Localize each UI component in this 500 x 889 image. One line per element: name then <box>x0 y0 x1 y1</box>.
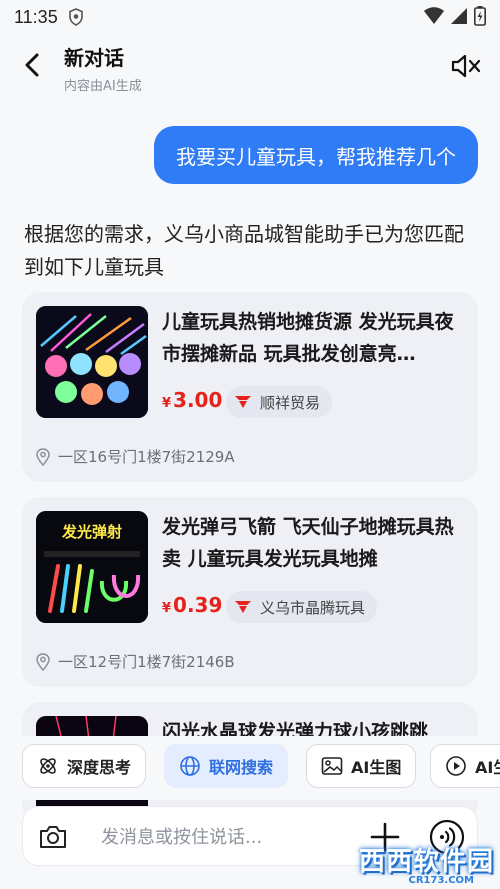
message-input[interactable] <box>101 819 351 855</box>
video-ai-icon <box>446 756 466 776</box>
product-title: 发光弹弓飞箭 飞天仙子地摊玩具热卖 儿童玩具发光玩具地摊 <box>162 516 454 570</box>
location-text: 一区16号门1楼7街2129A <box>58 448 235 466</box>
product-title: 儿童玩具热销地摊货源 发光玩具夜市摆摊新品 玩具批发创意亮… <box>162 311 454 365</box>
globe-icon <box>180 756 200 776</box>
signal-icon <box>451 8 467 24</box>
chip-ai-video[interactable]: AI生 <box>430 744 500 788</box>
camera-icon[interactable] <box>37 821 69 853</box>
shop-badge[interactable]: 义乌市晶腾玩具 <box>226 591 378 623</box>
product-price: ¥0.39 <box>162 593 223 617</box>
status-icons <box>424 6 486 26</box>
chip-label: AI生图 <box>351 758 402 777</box>
location-text: 一区12号门1楼7街2146B <box>58 653 235 671</box>
product-price: ¥3.00 <box>162 388 223 412</box>
shield-icon <box>68 8 83 26</box>
page-subtitle: 内容由AI生成 <box>64 79 142 94</box>
product-card[interactable]: 发光弹射 发光弹弓飞箭 飞天仙子地摊玩具热卖 儿童玩具发光玩具地摊 ¥0.39 … <box>22 497 478 687</box>
battery-icon <box>474 6 486 26</box>
shop-logo-icon <box>235 396 251 408</box>
back-arrow-icon[interactable] <box>18 50 48 80</box>
chip-deep-thinking[interactable]: 深度思考 <box>22 744 147 788</box>
chip-label: 深度思考 <box>67 758 132 777</box>
chip-label: AI生 <box>475 758 500 777</box>
title-block: 新对话 内容由AI生成 <box>64 42 142 94</box>
status-time: 11:35 <box>14 6 58 27</box>
location-pin-icon <box>36 447 50 466</box>
product-location: 一区12号门1楼7街2146B <box>36 651 235 672</box>
shop-name: 顺祥贸易 <box>260 393 321 412</box>
shop-logo-icon <box>235 601 251 613</box>
user-message-bubble: 我要买儿童玩具，帮我推荐几个 <box>154 126 478 184</box>
chip-label: 联网搜索 <box>209 758 274 777</box>
chip-web-search[interactable]: 联网搜索 <box>164 744 289 788</box>
feature-chips-bar: 深度思考 联网搜索 AI生图 AI生 <box>0 736 500 800</box>
assistant-message: 根据您的需求，义乌小商品城智能助手已为您匹配到如下儿童玩具 <box>24 222 464 279</box>
watermark-subtext: CR173.COM <box>408 875 474 886</box>
product-image: 发光弹射 <box>36 511 148 623</box>
message-input-bar <box>22 806 478 866</box>
atom-icon <box>40 758 56 774</box>
shop-name: 义乌市晶腾玩具 <box>260 598 366 617</box>
svg-text:发光弹射: 发光弹射 <box>61 523 122 541</box>
wifi-icon <box>424 7 444 24</box>
speaker-mute-icon[interactable] <box>450 52 482 80</box>
shop-badge[interactable]: 顺祥贸易 <box>226 386 333 418</box>
location-pin-icon <box>36 652 50 671</box>
image-icon <box>321 757 343 775</box>
page-title: 新对话 <box>64 46 124 70</box>
voice-icon[interactable] <box>429 819 465 855</box>
product-image <box>36 306 148 418</box>
chip-ai-image[interactable]: AI生图 <box>306 744 417 788</box>
product-location: 一区16号门1楼7街2129A <box>36 446 235 467</box>
status-bar: 11:35 <box>0 0 500 34</box>
header: 新对话 内容由AI生成 <box>0 34 500 98</box>
plus-icon[interactable] <box>369 821 401 853</box>
product-card[interactable]: 儿童玩具热销地摊货源 发光玩具夜市摆摊新品 玩具批发创意亮… ¥3.00 顺祥贸… <box>22 292 478 482</box>
